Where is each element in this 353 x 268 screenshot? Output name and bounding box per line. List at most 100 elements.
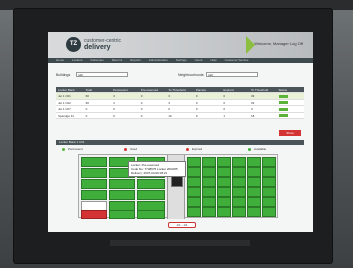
locker-cell[interactable] [247,197,261,207]
locker-cell[interactable] [137,210,165,219]
locker-cell[interactable] [202,177,216,187]
nav-item[interactable]: Administration [149,58,168,63]
column-header[interactable]: Status [277,87,305,92]
table-cell: 3 [113,94,115,98]
table-row[interactable]: Spandge Fx 0 0 0 10 0 1 18 [56,112,305,119]
status-indicator [278,114,288,118]
locker-cell[interactable] [262,177,276,187]
table-cell: 0 [223,100,226,105]
locker-cell[interactable] [232,187,246,197]
locker-cell[interactable] [262,167,276,177]
legend-item: Available [242,146,304,152]
pager[interactable]: 1/1 - 1/1 [168,222,196,228]
table-cell: 1 [223,113,226,118]
legend-label: Expired [192,147,203,151]
locker-cell[interactable] [187,197,201,207]
nav-item[interactable]: Help [210,58,216,63]
nav-item[interactable]: Customer Service [225,58,249,63]
column-header[interactable]: Locker Bank [56,87,84,92]
column-header[interactable]: To Threshold [166,87,194,92]
locker-cell[interactable] [202,167,216,177]
locker-tooltip: Locker: Pre-reserved Code No: 7748975 Lo… [128,161,186,177]
locker-cell[interactable] [202,207,216,217]
nav-item[interactable]: Home [56,58,64,63]
legend-item: Permanent [56,146,118,152]
status-cell [277,113,305,119]
locker-cell[interactable] [81,179,107,189]
locker-cell[interactable] [187,177,201,187]
locker-cell[interactable] [262,187,276,197]
nav-item[interactable]: Users [195,58,203,63]
column-header[interactable]: Total [84,87,112,92]
table-cell: Jet 1 C02 [58,100,71,105]
locker-cell[interactable] [217,157,231,167]
locker-cell[interactable] [217,187,231,197]
building-select[interactable]: (all) [76,72,128,77]
locker-cell[interactable] [109,179,135,189]
locker-cell[interactable] [202,197,216,207]
logo-icon: TZ [66,37,81,52]
column-header[interactable]: Parcels [194,87,222,92]
locker-cell[interactable] [109,190,135,200]
table-cell: 0 [250,107,253,111]
locker-cell[interactable] [232,157,246,167]
legend-label: Available [254,147,267,151]
monitor-stand [110,240,250,246]
show-button[interactable]: Show [279,130,301,136]
locker-cell[interactable] [247,167,261,177]
column-header[interactable]: Permanent [111,87,139,92]
nav-item[interactable]: Lockers [72,58,83,63]
welcome-text[interactable]: Welcome, Manager Log Off [254,41,303,46]
locker-cell[interactable] [202,157,216,167]
locker-cell[interactable] [232,197,246,207]
locker-cell[interactable] [109,210,135,219]
locker-cell[interactable] [187,207,201,217]
locker-cell[interactable] [81,168,107,178]
table-cell: 0 [195,107,198,111]
locker-cell[interactable] [262,157,276,167]
locker-cell[interactable] [217,167,231,177]
locker-cell[interactable] [262,197,276,207]
column-header[interactable]: Pre-reserved [139,87,167,92]
screen: TZ customer-centric delivery Welcome, Ma… [48,32,313,232]
locker-cell[interactable] [187,167,201,177]
table-cell: 33 [250,100,255,105]
locker-cell[interactable] [217,207,231,217]
locker-cell[interactable] [247,177,261,187]
nav-item[interactable]: Reports [130,58,141,63]
table-cell: 3 [113,100,115,105]
locker-cell[interactable] [137,190,165,200]
locker-cell[interactable] [217,177,231,187]
locker-cell[interactable] [247,157,261,167]
legend-dot [248,147,251,151]
table-cell: 0 [140,107,143,111]
nav-item[interactable]: Settings [176,58,187,63]
locker-cell[interactable] [81,190,107,200]
locker-cell[interactable] [247,187,261,197]
neighbourhoods-select[interactable]: (all) [206,72,258,77]
nav-item[interactable]: Deliveries [91,58,104,63]
locker-cell[interactable] [232,177,246,187]
column-header[interactable]: Expired [221,87,249,92]
legend-dot [124,147,127,151]
locker-cell[interactable] [217,197,231,207]
nav-item[interactable]: Returns [112,58,123,63]
locker-cell[interactable] [232,207,246,217]
locker-cell[interactable] [81,210,107,219]
table-cell: 33 [250,94,255,98]
locker-cell[interactable] [187,157,201,167]
locker-cell[interactable] [262,207,276,217]
table-cell: 18 [250,113,255,118]
table-cell: 0 [195,100,198,105]
locker-cell[interactable] [232,167,246,177]
locker-cell[interactable] [81,157,107,167]
locker-cell[interactable] [247,207,261,217]
table-cell: 0 [140,100,143,105]
locker-cell[interactable] [202,187,216,197]
legend-dot [62,147,65,151]
legend-item: Used [118,146,180,152]
legend-dot [186,147,189,151]
locker-cell[interactable] [137,179,165,189]
locker-cell[interactable] [187,187,201,197]
column-header[interactable]: To Threshold [249,87,277,92]
